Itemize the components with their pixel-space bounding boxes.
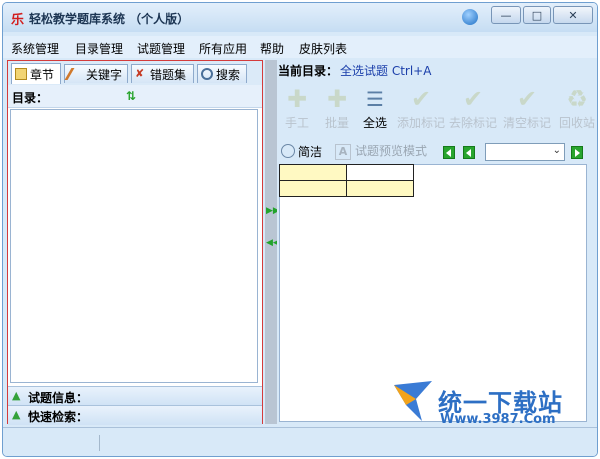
- batch-add-icon: ✚: [326, 85, 348, 113]
- question-info-strip[interactable]: ▲ 试题信息：: [8, 386, 262, 406]
- tab-search[interactable]: 搜索: [197, 64, 247, 83]
- status-separator: [99, 435, 100, 451]
- add-mark-button[interactable]: ✔ 添加标记: [395, 85, 447, 131]
- menu-bar: 系统管理 目录管理 试题管理 所有应用 帮助 皮肤列表: [3, 36, 597, 58]
- add-mark-icon: ✔: [410, 85, 432, 113]
- grid-cell[interactable]: [346, 164, 414, 181]
- simple-mode-label: 简洁: [298, 145, 323, 159]
- tab-keyword-label: 关键字: [86, 67, 123, 82]
- tab-chapter-label: 章节: [30, 67, 55, 82]
- left-tabs: 章节 关键字 ✘ 错题集 搜索: [8, 61, 262, 85]
- watermark-logo: [394, 381, 432, 421]
- book-icon: [15, 68, 27, 80]
- select-all-label: 全选: [362, 116, 387, 130]
- menu-apps[interactable]: 所有应用: [199, 40, 247, 57]
- minimize-icon: —: [500, 8, 512, 22]
- maximize-button[interactable]: □: [523, 6, 551, 24]
- next-page-button[interactable]: [571, 146, 583, 159]
- remove-mark-button[interactable]: ✔ 去除标记: [447, 85, 499, 131]
- right-panel: 当前目录： 全选试题 Ctrl+A ✚ 手工 ✚ 批量 ☰ 全选 ✔ 添加标记 …: [277, 60, 597, 424]
- wrong-icon: ✘: [135, 67, 145, 80]
- preview-mode-label: 试题预览模式: [355, 144, 428, 158]
- grid-cell[interactable]: [346, 180, 414, 197]
- current-directory-label: 当前目录：: [278, 64, 339, 78]
- directory-bar: 目录： ⇅: [8, 85, 262, 108]
- select-all-icon: ☰: [366, 87, 384, 111]
- refresh-icon[interactable]: ⇅: [126, 89, 136, 103]
- select-all-button[interactable]: ☰ 全选: [355, 86, 395, 130]
- close-icon: ✕: [568, 8, 578, 22]
- maximize-icon: □: [531, 8, 543, 22]
- remove-mark-icon: ✔: [462, 85, 484, 113]
- menu-system[interactable]: 系统管理: [11, 40, 59, 57]
- manual-add-button[interactable]: ✚ 手工: [277, 85, 317, 131]
- manual-add-icon: ✚: [286, 85, 308, 113]
- close-button[interactable]: ✕: [553, 6, 593, 24]
- menu-directory[interactable]: 目录管理: [75, 40, 123, 57]
- status-bar: [3, 427, 597, 456]
- magnifier-icon: [201, 68, 213, 80]
- expand-up-icon: ▲: [12, 408, 21, 421]
- clear-mark-button[interactable]: ✔ 清空标记: [501, 85, 553, 131]
- tab-keyword[interactable]: 关键字: [64, 64, 128, 83]
- watermark-url: Www.3987.Com: [440, 412, 556, 427]
- clear-mark-icon: ✔: [516, 85, 538, 113]
- tab-chapter[interactable]: 章节: [11, 63, 61, 84]
- window-title: 轻松教学题库系统 （个人版）: [29, 12, 190, 26]
- view-toolbar: 简洁 A 试题预览模式 ⌄: [277, 141, 597, 163]
- quick-search-strip[interactable]: ▲ 快速检索：: [8, 405, 262, 425]
- menu-questions[interactable]: 试题管理: [137, 40, 185, 57]
- quick-search-label: 快速检索：: [28, 410, 89, 424]
- app-logo: 乐: [11, 13, 25, 28]
- directory-label: 目录：: [12, 91, 49, 105]
- batch-add-button[interactable]: ✚ 批量: [317, 85, 357, 131]
- preview-mode-toggle[interactable]: A 试题预览模式: [335, 142, 427, 160]
- expand-up-icon: ▲: [12, 389, 21, 402]
- title-bar: 乐 轻松教学题库系统 （个人版） — □ ✕: [3, 3, 597, 32]
- recycle-bin-button[interactable]: ♻ 回收站: [557, 86, 597, 130]
- remove-mark-label: 去除标记: [448, 116, 497, 130]
- first-page-button[interactable]: [443, 146, 455, 159]
- chevron-down-icon: ⌄: [552, 145, 561, 156]
- clear-mark-label: 清空标记: [502, 116, 551, 130]
- add-mark-label: 添加标记: [396, 116, 445, 130]
- batch-add-label: 批量: [324, 116, 349, 130]
- left-panel: 章节 关键字 ✘ 错题集 搜索 目录： ⇅ ▲ 试题信息： ▲ 快速检索：: [7, 60, 263, 425]
- minimize-button[interactable]: —: [491, 6, 521, 24]
- page-select[interactable]: ⌄: [485, 143, 565, 161]
- directory-tree[interactable]: [10, 109, 258, 383]
- current-directory-value: 全选试题 Ctrl+A: [340, 64, 432, 78]
- tab-search-label: 搜索: [216, 67, 241, 82]
- grid-cell[interactable]: [279, 180, 347, 197]
- panel-splitter[interactable]: ▶▶ ◀◀: [265, 60, 280, 424]
- skin-icon[interactable]: [462, 9, 478, 25]
- recycle-bin-icon: ♻: [566, 86, 588, 113]
- tab-wrong-set[interactable]: ✘ 错题集: [131, 64, 194, 83]
- preview-mode-icon: A: [335, 144, 351, 160]
- tab-wrong-set-label: 错题集: [150, 67, 187, 82]
- simple-mode-toggle[interactable]: 简洁: [281, 143, 322, 160]
- menu-skins[interactable]: 皮肤列表: [299, 40, 347, 57]
- menu-help[interactable]: 帮助: [260, 40, 284, 57]
- recycle-bin-label: 回收站: [558, 116, 595, 130]
- grid-cell[interactable]: [279, 164, 347, 181]
- question-info-label: 试题信息：: [28, 391, 89, 405]
- manual-add-label: 手工: [284, 116, 309, 130]
- pencil-icon: [64, 68, 87, 80]
- prev-page-button[interactable]: [463, 146, 475, 159]
- simple-mode-icon: [281, 144, 295, 158]
